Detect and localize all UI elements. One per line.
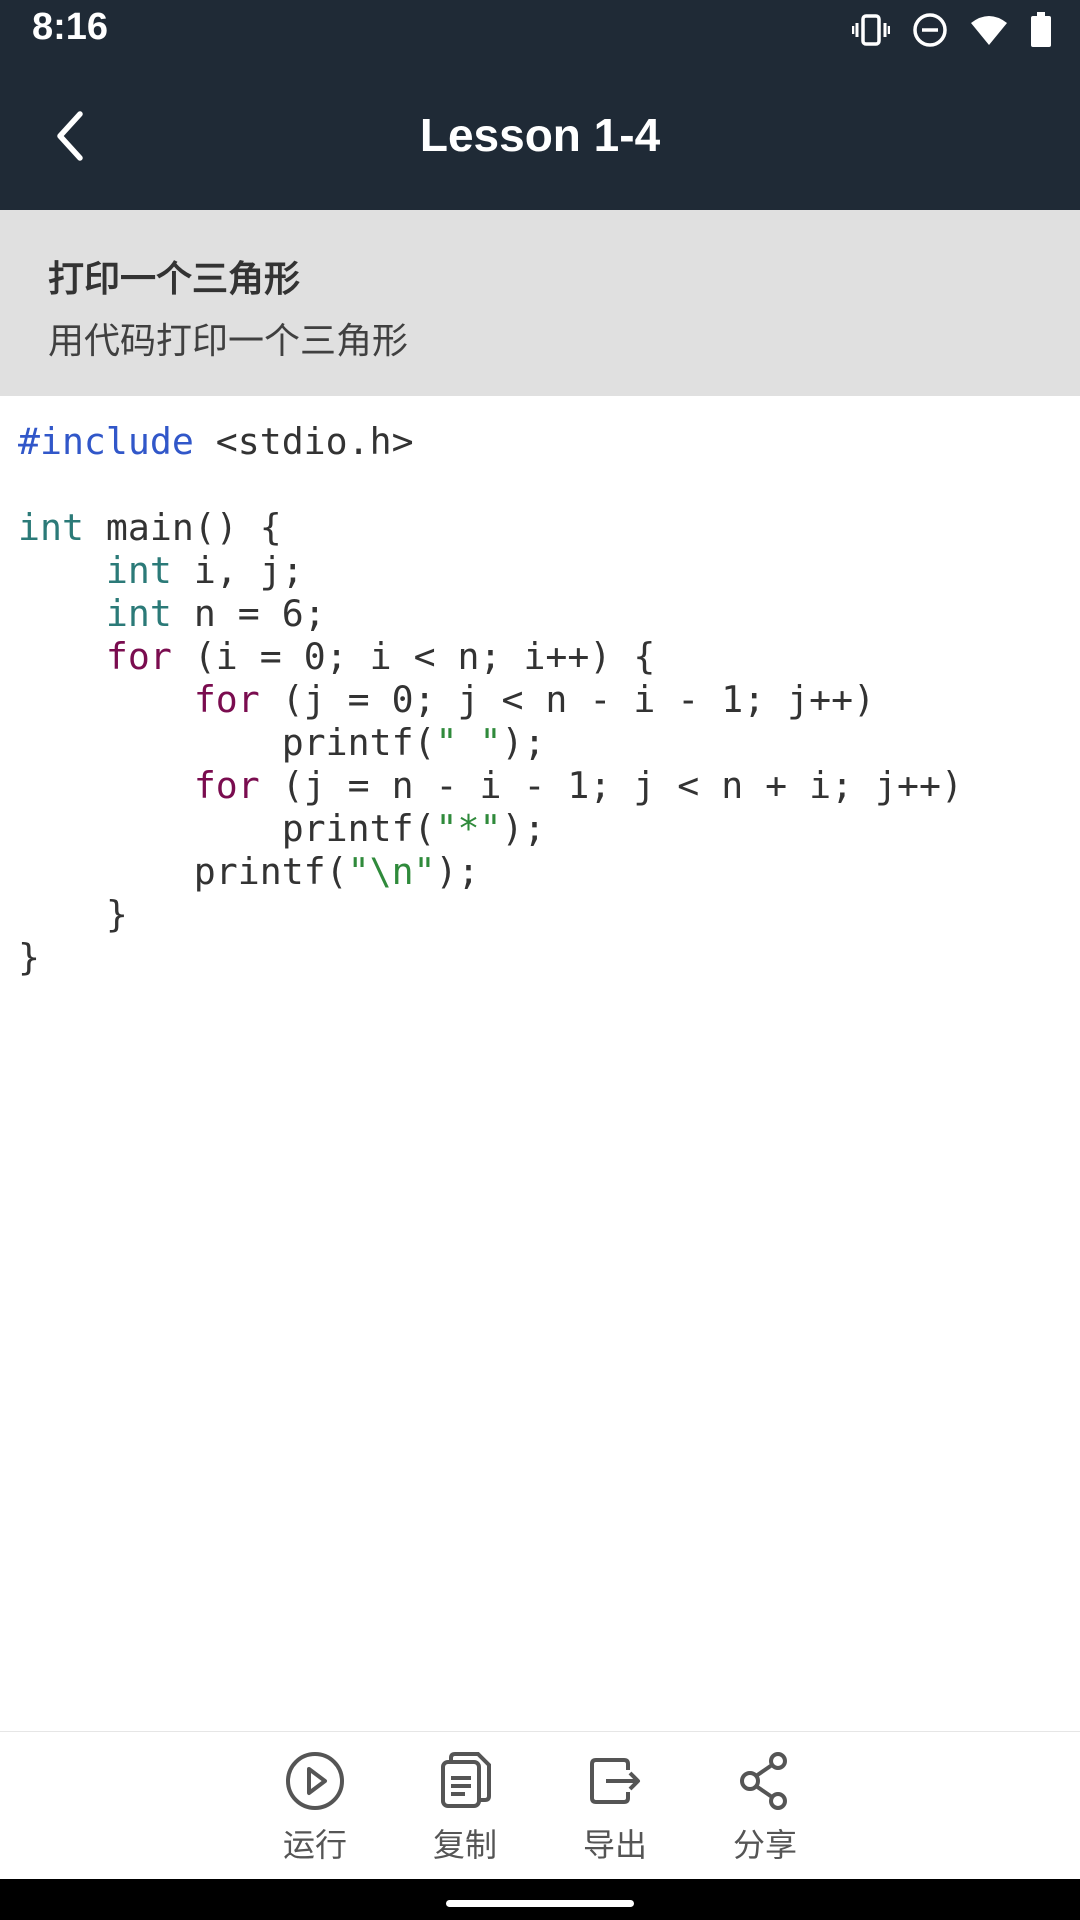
export-icon (560, 1750, 670, 1812)
battery-icon (1030, 12, 1052, 48)
status-time: 8:16 (32, 6, 109, 48)
code-line: int main() { (18, 506, 282, 549)
run-label: 运行 (282, 1826, 347, 1864)
status-icons (852, 12, 1052, 48)
run-button[interactable]: 运行 (260, 1750, 370, 1874)
export-button[interactable]: 导出 (560, 1750, 670, 1874)
lesson-header: 打印一个三角形 用代码打印一个三角形 (0, 210, 1080, 396)
page-title: Lesson 1-4 (419, 109, 661, 161)
code-line: } (18, 936, 40, 979)
code-line: for (j = n - i - 1; j < n + i; j++) (193, 764, 963, 807)
do-not-disturb-icon (912, 12, 948, 48)
share-button[interactable]: 分享 (710, 1750, 820, 1874)
copy-icon (410, 1750, 520, 1812)
share-icon (710, 1750, 820, 1812)
code-line: } (18, 893, 128, 936)
vibrate-icon (852, 13, 890, 47)
code-line: for (j = 0; j < n - i - 1; j++) (193, 678, 876, 721)
copy-button[interactable]: 复制 (410, 1750, 520, 1874)
status-bar: 8:16 (0, 0, 1080, 60)
code-line: printf("\n"); (18, 850, 480, 893)
code-line: int n = 6; (105, 592, 326, 635)
navigation-bar (0, 1879, 1080, 1920)
copy-label: 复制 (432, 1826, 497, 1864)
app-bar: Lesson 1-4 (0, 60, 1080, 210)
home-indicator[interactable] (446, 1900, 634, 1907)
share-label: 分享 (732, 1826, 797, 1864)
lesson-title: 打印一个三角形 (48, 259, 301, 300)
wifi-icon (970, 14, 1008, 46)
lesson-description: 用代码打印一个三角形 (48, 321, 409, 362)
bottom-toolbar: 运行 复制 导出 分享 (0, 1731, 1080, 1880)
code-line: printf("*"); (18, 807, 546, 850)
code-line: for (i = 0; i < n; i++) { (105, 635, 656, 678)
export-label: 导出 (582, 1826, 647, 1864)
code-editor[interactable]: #include <stdio.h> int main() { int i, j… (0, 396, 1080, 1731)
code-line: printf(" "); (18, 721, 546, 764)
code-line: int i, j; (105, 549, 304, 592)
code-line: #include <stdio.h> (18, 420, 414, 463)
code-block[interactable]: #include <stdio.h> int main() { int i, j… (18, 420, 963, 979)
play-circle-icon (260, 1750, 370, 1812)
